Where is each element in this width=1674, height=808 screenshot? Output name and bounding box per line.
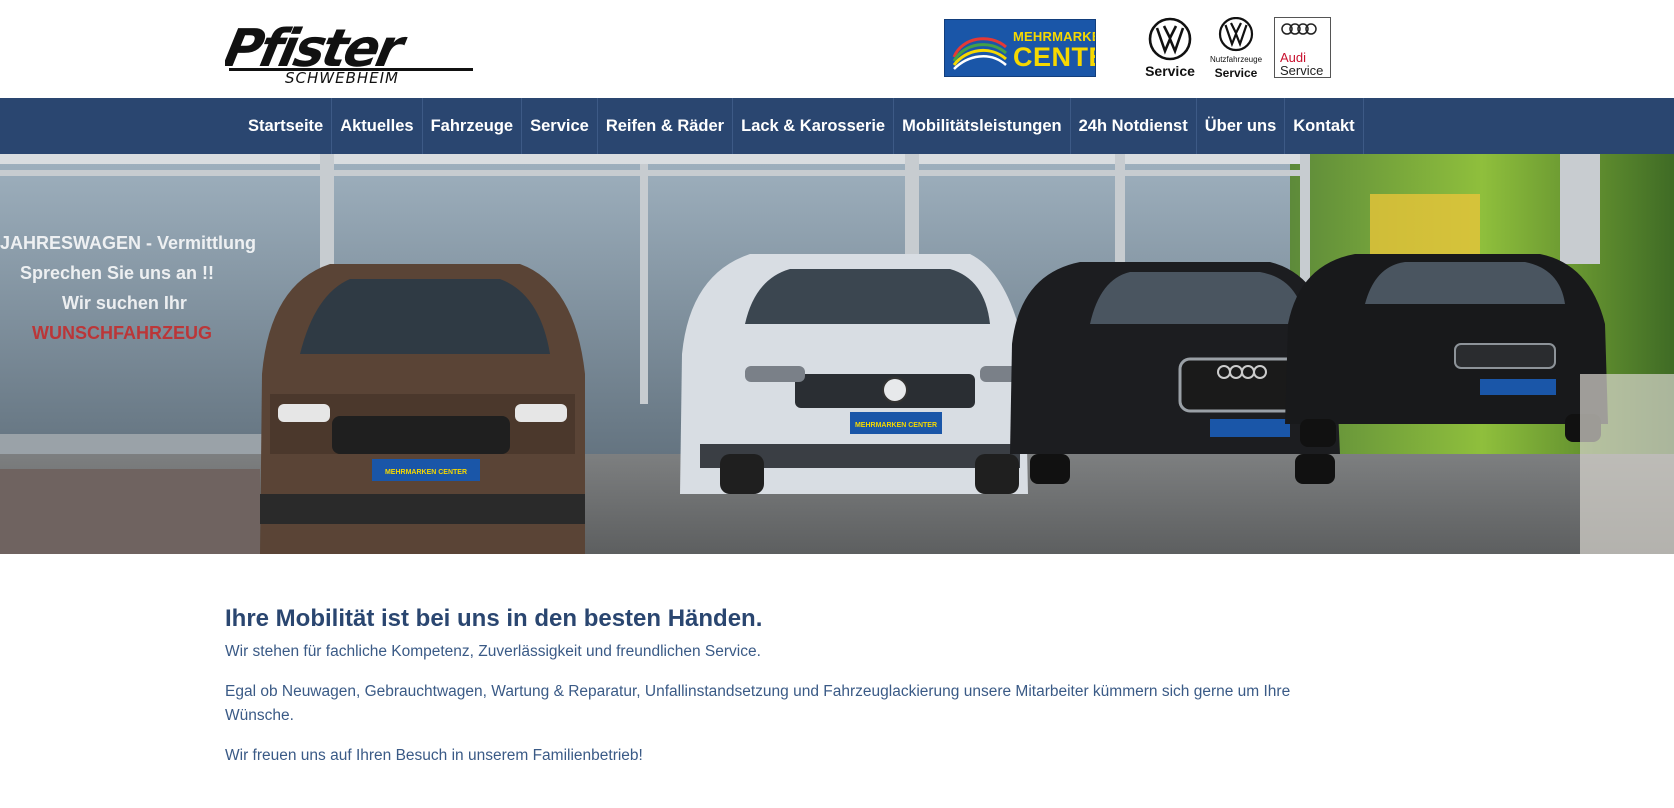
nav-item-kontakt[interactable]: Kontakt (1285, 98, 1364, 154)
nav-item-startseite[interactable]: Startseite (240, 98, 333, 154)
plate-text-2: MEHRMARKEN CENTER (855, 422, 937, 429)
audi-rings-icon (1281, 23, 1317, 35)
hero-image: JAHRESWAGEN - Vermittlung Sprechen Sie u… (0, 154, 1674, 554)
page-heading: Ihre Mobilität ist bei uns in den besten… (225, 605, 763, 632)
nav-label[interactable]: Aktuelles (340, 117, 413, 136)
audi-service-label: Service (1280, 63, 1324, 78)
mehrmarken-center-logo[interactable]: MEHRMARKEN CENTER (944, 19, 1096, 77)
dealership-cars-photo: JAHRESWAGEN - Vermittlung Sprechen Sie u… (0, 154, 1674, 554)
nav-list: Startseite Aktuelles Fahrzeuge Service R… (240, 98, 1364, 154)
intro-section: Ihre Mobilität ist bei uns in den besten… (225, 604, 1325, 768)
nav-item-notdienst[interactable]: 24h Notdienst (1071, 98, 1197, 154)
car-skoda: MEHRMARKEN CENTER (260, 264, 585, 554)
window-text-3: Wir suchen Ihr (62, 293, 187, 313)
center-label: CENTER (1013, 42, 1095, 72)
nav-item-aktuelles[interactable]: Aktuelles (332, 98, 423, 154)
nav-label[interactable]: Mobilitätsleistungen (902, 117, 1062, 136)
car-swoosh-icon (952, 37, 1007, 70)
nav-label[interactable]: Kontakt (1293, 117, 1354, 136)
nutzfahrzeuge-label: Nutzfahrzeuge (1209, 55, 1263, 64)
vw-icon (1148, 17, 1192, 61)
nav-item-service[interactable]: Service (522, 98, 598, 154)
nav-label[interactable]: Lack & Karosserie (741, 117, 885, 136)
window-text-1: JAHRESWAGEN - Vermittlung (0, 233, 256, 253)
audi-service-logo[interactable]: Audi Service (1274, 17, 1331, 78)
car-seat-arona (1285, 254, 1608, 447)
nav-item-lack-karosserie[interactable]: Lack & Karosserie (733, 98, 895, 154)
nav-label[interactable]: Über uns (1205, 117, 1277, 136)
nav-item-reifen-raeder[interactable]: Reifen & Räder (598, 98, 734, 154)
nav-label[interactable]: Startseite (248, 117, 323, 136)
logo-subtitle: SCHWEBHEIM (285, 69, 399, 84)
pfister-logo[interactable]: Pfister SCHWEBHEIM (225, 22, 483, 84)
window-text-2: Sprechen Sie uns an !! (20, 263, 214, 283)
car-vw-troc: MEHRMARKEN CENTER (680, 254, 1028, 494)
nav-item-ueber-uns[interactable]: Über uns (1197, 98, 1286, 154)
vwn-service-label: Service (1214, 66, 1258, 80)
intro-paragraph-2: Egal ob Neuwagen, Gebrauchtwagen, Wartun… (225, 683, 1291, 724)
intro-paragraph-1: Wir stehen für fachliche Kompetenz, Zuve… (225, 643, 761, 660)
nav-label[interactable]: Service (530, 117, 589, 136)
main-navigation: Startseite Aktuelles Fahrzeuge Service R… (0, 98, 1674, 154)
nav-item-mobilitaetsleistungen[interactable]: Mobilitätsleistungen (894, 98, 1071, 154)
nav-label[interactable]: Reifen & Räder (606, 117, 724, 136)
plate-text-1: MEHRMARKEN CENTER (385, 469, 467, 476)
nav-item-fahrzeuge[interactable]: Fahrzeuge (423, 98, 523, 154)
vw-service-label: Service (1145, 63, 1195, 79)
intro-paragraph-3: Wir freuen uns auf Ihren Besuch in unser… (225, 747, 643, 764)
nav-label[interactable]: Fahrzeuge (431, 117, 514, 136)
nav-label[interactable]: 24h Notdienst (1079, 117, 1188, 136)
window-text-4: WUNSCHFAHRZEUG (32, 323, 212, 343)
vw-nutzfahrzeuge-icon (1218, 16, 1254, 52)
vw-service-logo[interactable]: Service (1140, 17, 1200, 79)
site-header: Pfister SCHWEBHEIM MEHRMARKEN CENTER Ser… (0, 0, 1674, 98)
vw-nutzfahrzeuge-logo[interactable]: Nutzfahrzeuge Service (1206, 16, 1266, 80)
